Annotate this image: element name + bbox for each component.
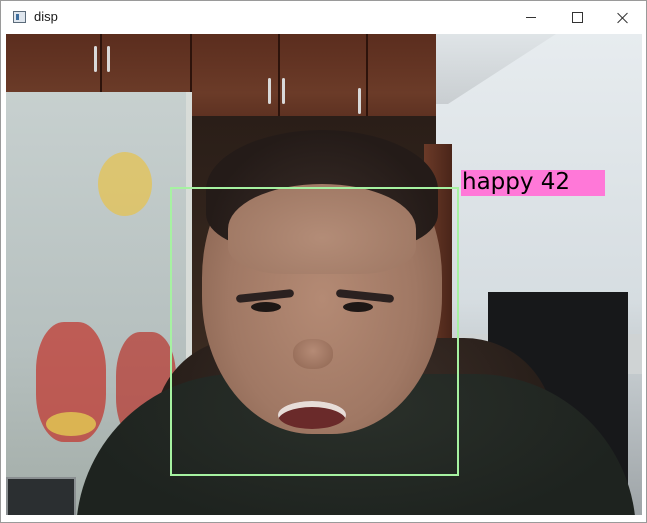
mickey-sticker [46, 412, 96, 436]
close-button[interactable] [600, 1, 646, 34]
cabinet-handle [107, 46, 110, 72]
mickey-sticker [98, 152, 152, 216]
cabinet-handle [358, 88, 361, 114]
emotion-label: happy 42 [462, 169, 571, 195]
face-detection-box [170, 187, 459, 476]
camera-view: happy 42 [6, 34, 642, 515]
app-window: disp happy 42 [0, 0, 647, 523]
minimize-icon [526, 17, 536, 18]
laptop [6, 477, 76, 515]
cabinet-handle [94, 46, 97, 72]
maximize-button[interactable] [554, 1, 600, 34]
close-icon [617, 12, 629, 24]
minimize-button[interactable] [508, 1, 554, 34]
cabinet-handle [282, 78, 285, 104]
app-window-icon [13, 11, 26, 23]
maximize-icon [571, 12, 583, 23]
title-bar[interactable]: disp [1, 1, 646, 34]
window-title: disp [34, 9, 58, 24]
cabinet-handle [268, 78, 271, 104]
